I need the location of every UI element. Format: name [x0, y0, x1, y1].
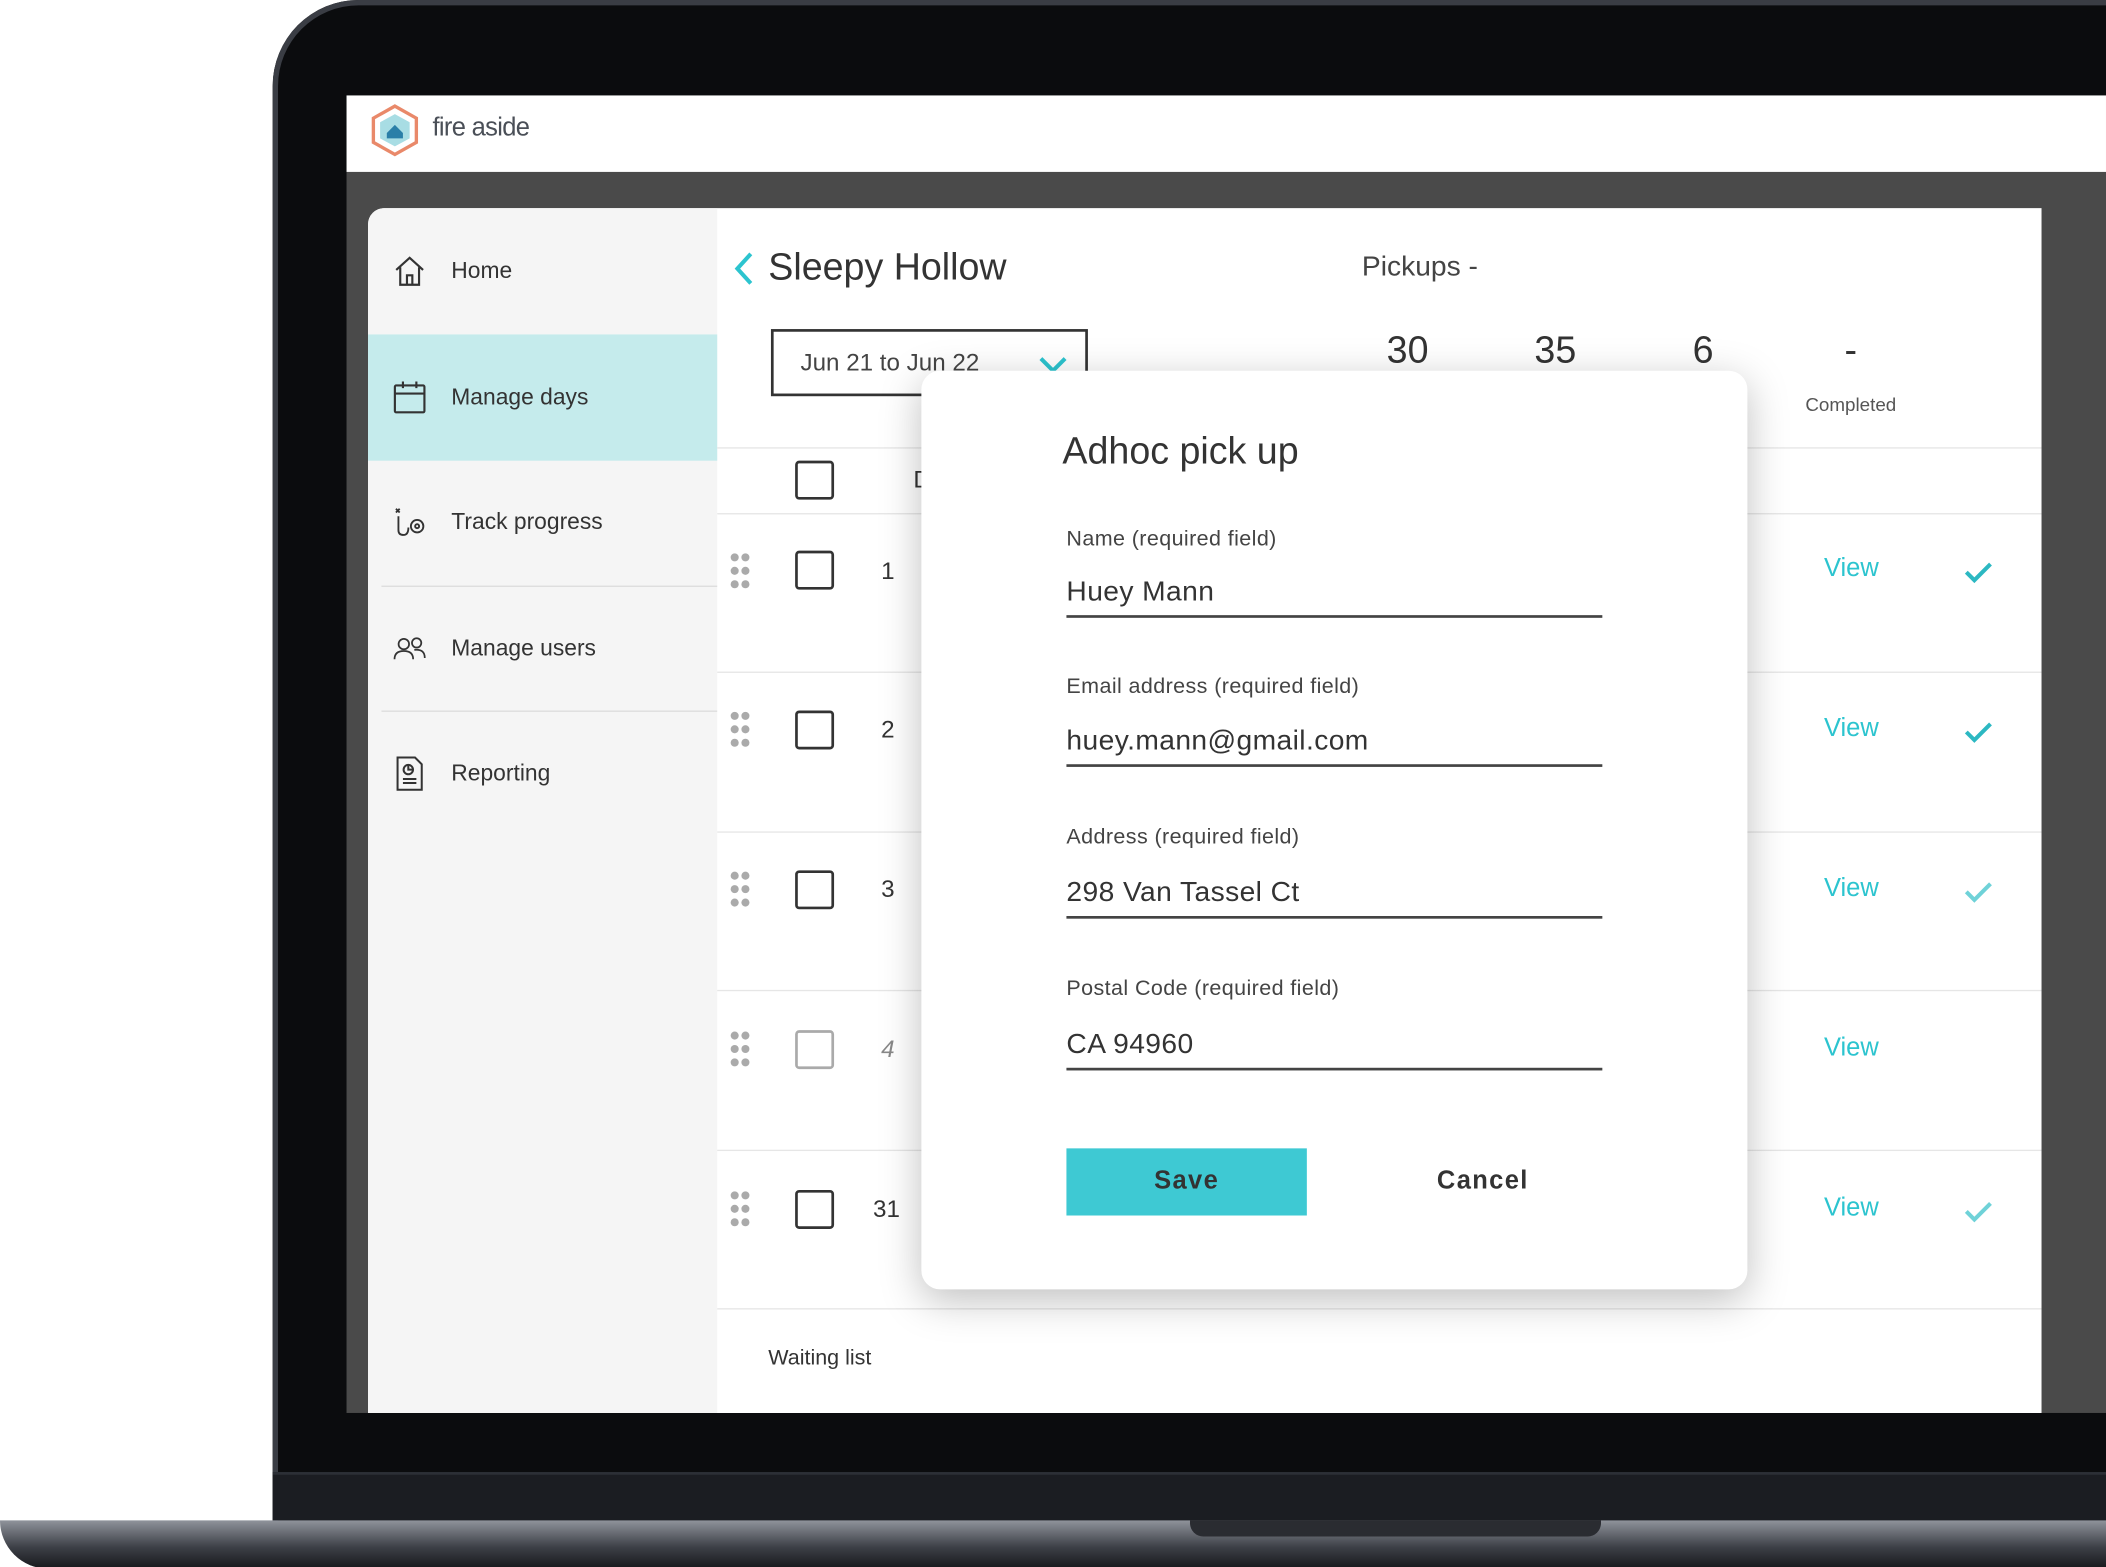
sidebar-item-home[interactable]: Home: [368, 208, 717, 334]
report-icon: [392, 756, 427, 791]
row-checkbox[interactable]: [795, 870, 835, 910]
view-link[interactable]: View: [1824, 715, 1879, 745]
drag-handle-icon[interactable]: [729, 552, 750, 590]
sidebar-item-label: Manage users: [451, 635, 596, 661]
sidebar-item-label: Manage days: [451, 384, 589, 410]
sidebar-item-label: Track progress: [451, 509, 603, 535]
view-link[interactable]: View: [1824, 874, 1879, 904]
address-label: Address (required field): [1066, 826, 1300, 849]
row-number: 4: [881, 1035, 895, 1063]
sidebar-item-label: Home: [451, 257, 513, 284]
row-checkbox[interactable]: [795, 550, 835, 590]
route-pin-icon: [392, 505, 427, 540]
sidebar-item-manage-users[interactable]: Manage users: [368, 587, 717, 711]
sidebar-item-track-progress[interactable]: Track progress: [368, 461, 717, 585]
sidebar-item-manage-days[interactable]: Manage days: [368, 334, 718, 461]
sidebar-item-reporting[interactable]: Reporting: [368, 712, 717, 836]
laptop-base: [0, 1520, 2106, 1567]
stat-value: 35: [1534, 329, 1577, 371]
postal-code-label: Postal Code (required field): [1066, 977, 1340, 1001]
sidebar: Home Manage days Track progress Manage u…: [368, 208, 718, 1413]
stat-value: -: [1844, 329, 1858, 371]
drag-handle-icon[interactable]: [729, 1030, 750, 1068]
stat-label-completed: Completed: [1805, 393, 1897, 416]
view-link[interactable]: View: [1824, 555, 1879, 585]
email-field[interactable]: [1066, 718, 1603, 767]
users-icon: [392, 631, 427, 666]
select-all-checkbox[interactable]: [795, 460, 835, 500]
divider: [717, 1308, 2042, 1310]
row-checkbox[interactable]: [795, 710, 835, 750]
view-link[interactable]: View: [1824, 1034, 1879, 1064]
postal-code-field[interactable]: [1066, 1022, 1603, 1071]
checkmark-icon: [1964, 882, 1992, 903]
laptop-chin: [272, 1472, 2106, 1521]
checkmark-icon: [1964, 562, 1992, 584]
laptop-mockup: fire aside Home Manage days Track progre…: [0, 0, 2106, 1567]
top-bar: fire aside: [346, 95, 2106, 172]
row-number: 2: [881, 715, 895, 743]
calendar-icon: [392, 380, 427, 415]
home-icon: [392, 254, 427, 289]
waiting-list-label: Waiting list: [768, 1347, 872, 1370]
view-link[interactable]: View: [1824, 1194, 1879, 1224]
email-label: Email address (required field): [1066, 675, 1360, 699]
checkmark-icon: [1964, 1202, 1992, 1223]
pickups-label: Pickups -: [1361, 251, 1478, 283]
row-checkbox[interactable]: [795, 1189, 835, 1229]
laptop-notch: [1189, 1520, 1601, 1537]
drag-handle-icon[interactable]: [729, 1190, 750, 1228]
logo-text: fire aside: [432, 114, 530, 143]
row-number: 3: [881, 875, 895, 903]
cancel-button[interactable]: Cancel: [1405, 1148, 1561, 1215]
logo-icon: [371, 104, 419, 157]
row-checkbox[interactable]: [795, 1030, 835, 1070]
stat-value: 6: [1692, 329, 1714, 371]
stat-value: 30: [1386, 329, 1429, 371]
address-field[interactable]: [1066, 870, 1603, 919]
page-title: Sleepy Hollow: [768, 245, 1007, 288]
save-button[interactable]: Save: [1066, 1148, 1307, 1216]
dialog-title: Adhoc pick up: [1062, 429, 1299, 472]
checkmark-icon: [1964, 722, 1992, 743]
adhoc-pickup-dialog: Adhoc pick up Name (required field) Emai…: [921, 370, 1748, 1290]
row-number: 1: [881, 557, 895, 585]
drag-handle-icon[interactable]: [729, 711, 750, 749]
drag-handle-icon[interactable]: [729, 870, 750, 908]
row-number: 31: [873, 1195, 900, 1223]
name-field[interactable]: [1066, 569, 1603, 618]
chevron-left-icon[interactable]: [731, 248, 758, 288]
name-label: Name (required field): [1066, 527, 1277, 551]
sidebar-item-label: Reporting: [451, 760, 551, 786]
